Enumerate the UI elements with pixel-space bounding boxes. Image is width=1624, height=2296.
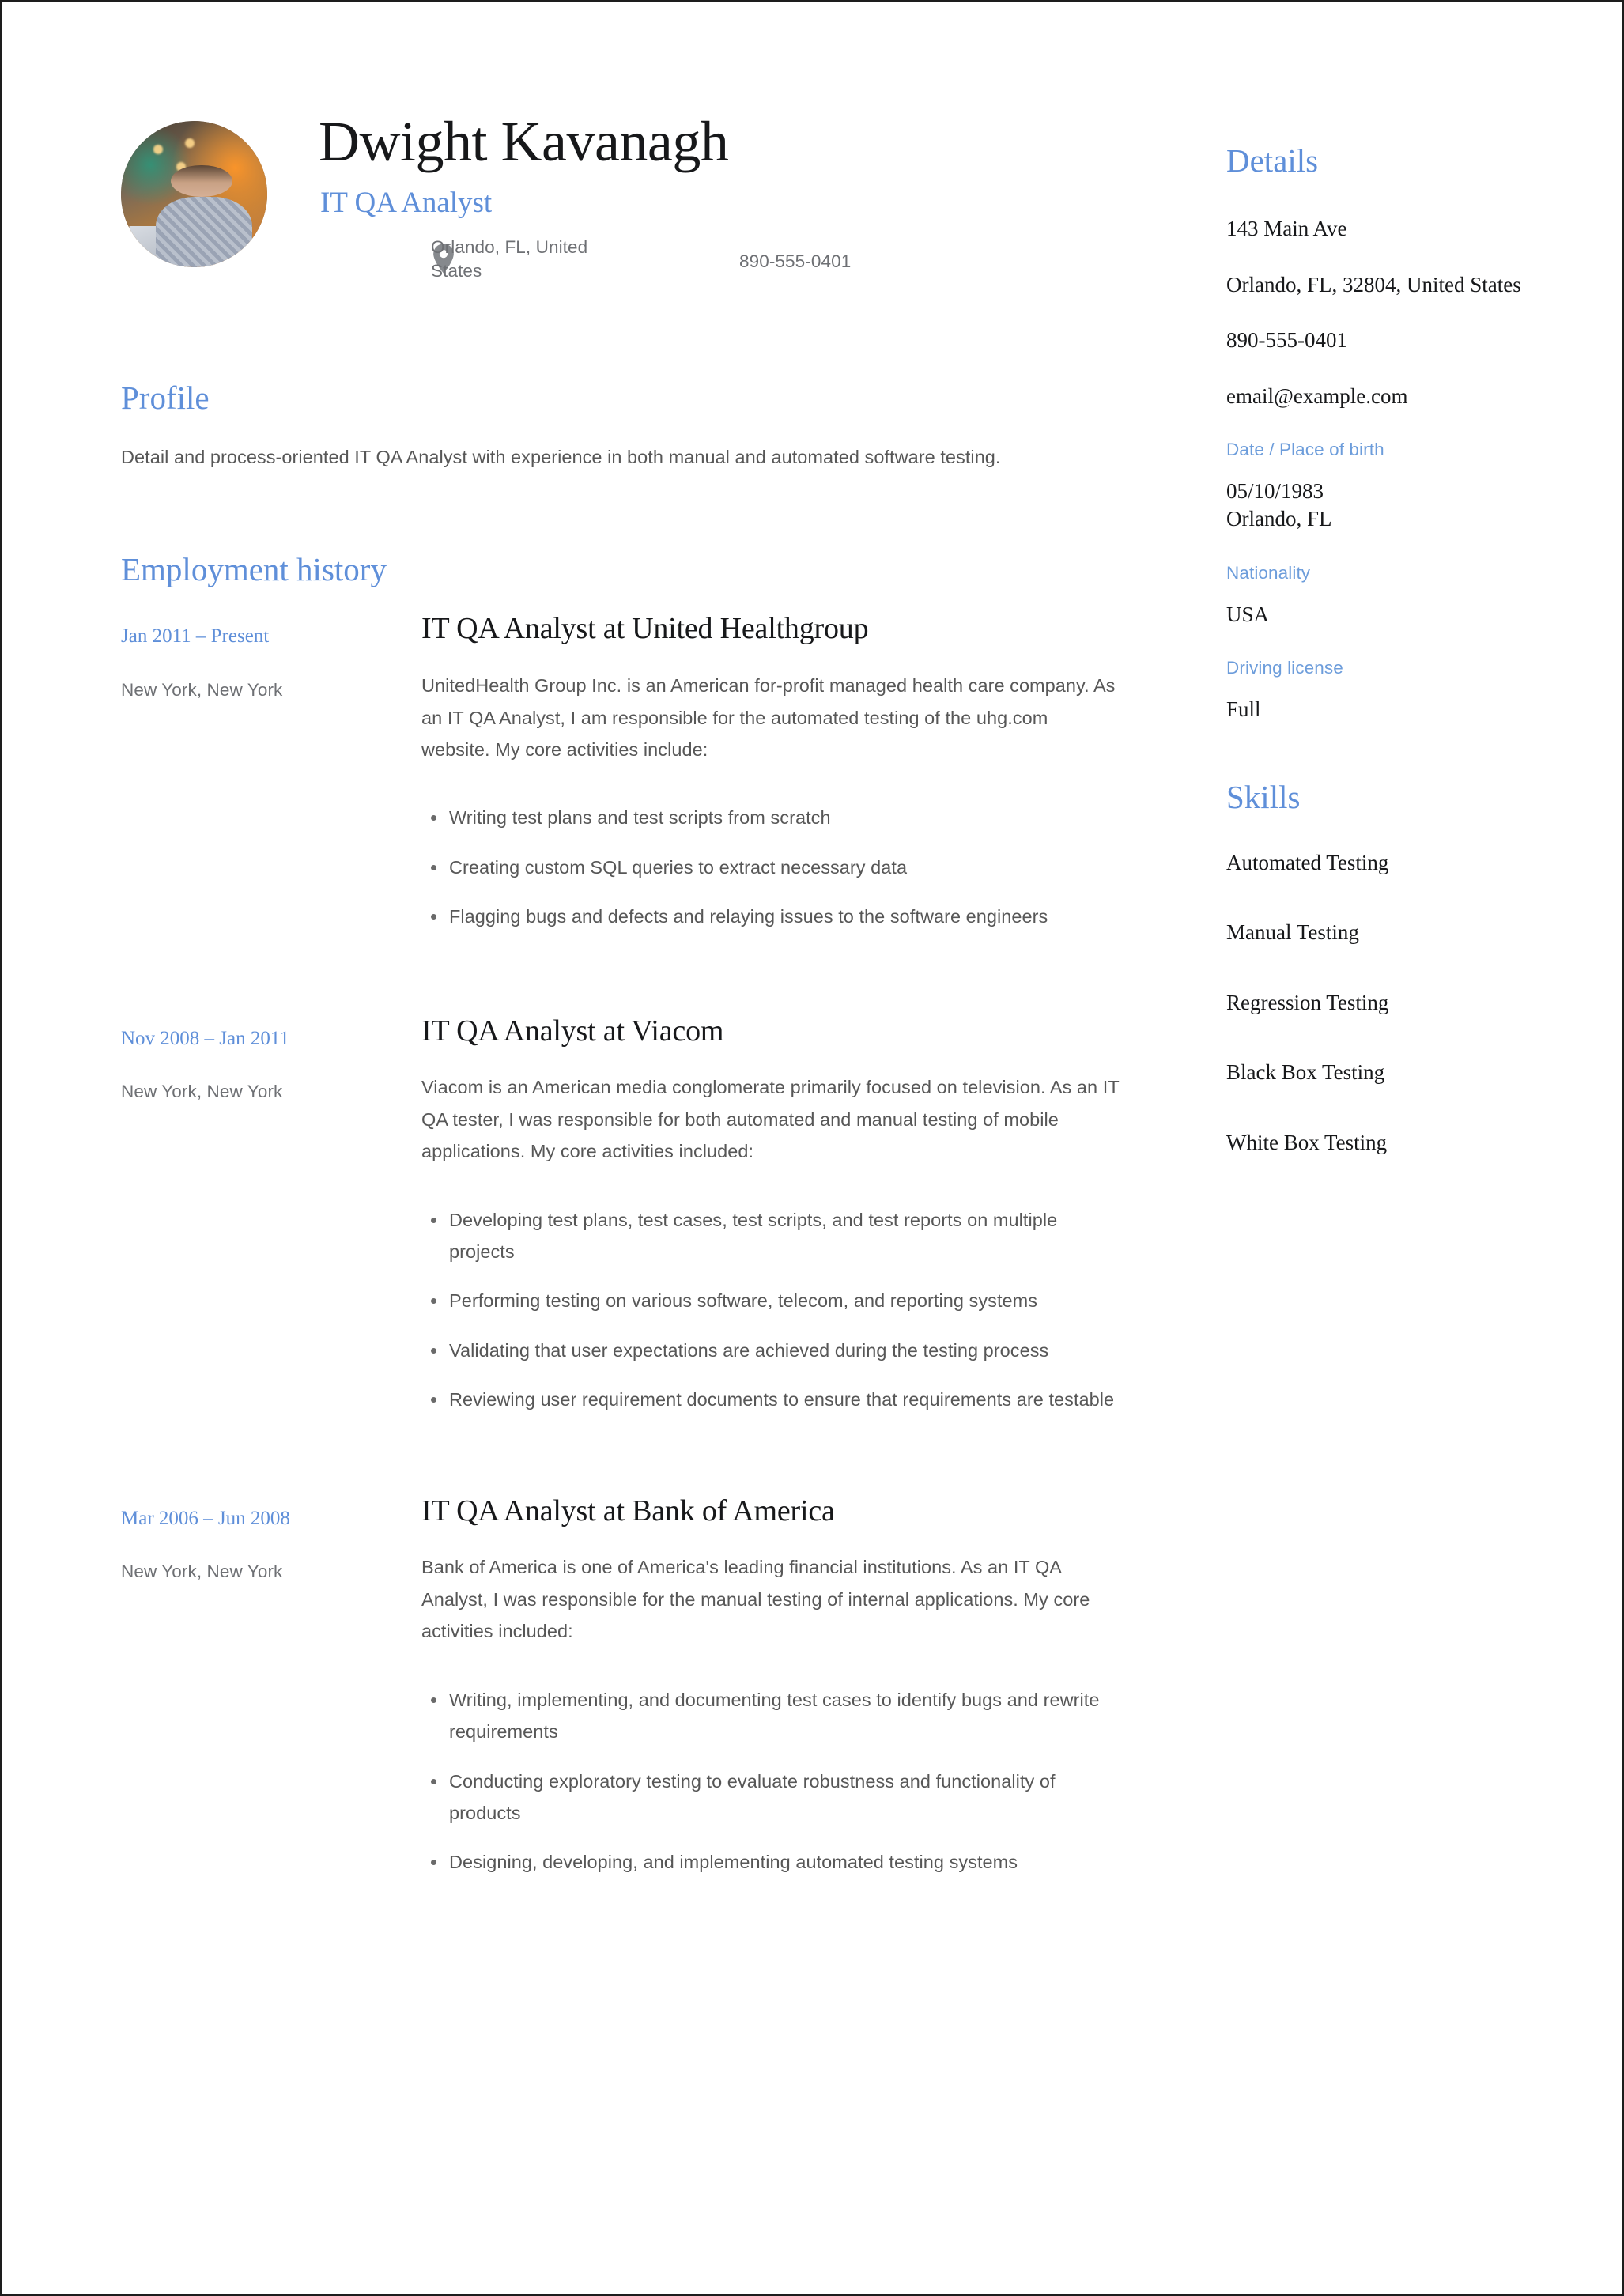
- employment-location: New York, New York: [121, 1562, 283, 1582]
- employment-heading: Employment history: [121, 551, 387, 588]
- details-phone: 890-555-0401: [1226, 328, 1347, 353]
- employment-meta: Jan 2011 – Present New York, New York: [121, 613, 421, 950]
- employment-title: IT QA Analyst at United Healthgroup: [421, 612, 869, 646]
- resume-page: Dwight Kavanagh IT QA Analyst Orlando, F…: [0, 0, 1624, 2296]
- employment-entry: Nov 2008 – Jan 2011 New York, New York I…: [121, 1014, 1125, 1433]
- details-address-line2: Orlando, FL, 32804, United States: [1226, 272, 1521, 296]
- page-title: Dwight Kavanagh: [319, 110, 729, 173]
- details-nationality-value: USA: [1226, 602, 1270, 626]
- list-item: Writing, implementing, and documenting t…: [421, 1684, 1125, 1748]
- employment-entry: Mar 2006 – Jun 2008 New York, New York I…: [121, 1494, 1125, 1896]
- list-item: Writing test plans and test scripts from…: [421, 802, 1125, 833]
- details-dob-value: 05/10/1983 Orlando, FL: [1226, 478, 1332, 531]
- skill-item: Manual Testing: [1226, 920, 1359, 945]
- list-item: Designing, developing, and implementing …: [421, 1846, 1125, 1878]
- header-job-title: IT QA Analyst: [320, 187, 493, 219]
- list-item: Reviewing user requirement documents to …: [421, 1384, 1125, 1415]
- employment-date: Nov 2008 – Jan 2011: [121, 1027, 289, 1049]
- details-nationality-block: Nationality USA: [1226, 562, 1543, 629]
- employment-section: Employment history Jan 2011 – Present Ne…: [121, 553, 1125, 1895]
- details-address-line1: 143 Main Ave: [1226, 217, 1347, 240]
- skill-item: Regression Testing: [1226, 990, 1389, 1014]
- skills-heading: Skills: [1226, 779, 1301, 815]
- details-dob-block: Date / Place of birth 05/10/1983 Orlando…: [1226, 439, 1543, 534]
- details-license-block: Driving license Full: [1226, 657, 1543, 724]
- skill-item: Automated Testing: [1226, 851, 1389, 874]
- employment-meta: Nov 2008 – Jan 2011 New York, New York: [121, 1015, 421, 1433]
- employment-location: New York, New York: [121, 1082, 283, 1102]
- employment-date: Mar 2006 – Jun 2008: [121, 1507, 290, 1529]
- details-license-value: Full: [1226, 697, 1261, 722]
- skill-item: Black Box Testing: [1226, 1060, 1385, 1085]
- employment-body: IT QA Analyst at Viacom Viacom is an Ame…: [421, 1014, 1125, 1433]
- skill-item: White Box Testing: [1226, 1130, 1388, 1154]
- employment-description: Bank of America is one of America's lead…: [421, 1557, 1090, 1642]
- details-license-label: Driving license: [1226, 658, 1343, 678]
- sidebar: Details 143 Main Ave Orlando, FL, 32804,…: [1226, 145, 1543, 1199]
- employment-description: UnitedHealth Group Inc. is an American f…: [421, 675, 1116, 761]
- details-dob-label: Date / Place of birth: [1226, 439, 1384, 459]
- employment-title: IT QA Analyst at Viacom: [421, 1014, 724, 1048]
- profile-heading: Profile: [121, 380, 210, 416]
- list-item: Conducting exploratory testing to evalua…: [421, 1765, 1125, 1830]
- employment-bullets: Writing test plans and test scripts from…: [421, 802, 1125, 932]
- details-heading: Details: [1226, 142, 1319, 179]
- avatar: [121, 121, 267, 267]
- employment-body: IT QA Analyst at United Healthgroup Unit…: [421, 613, 1125, 950]
- list-item: Validating that user expectations are ac…: [421, 1335, 1125, 1366]
- details-email: email@example.com: [1226, 383, 1408, 408]
- employment-date: Jan 2011 – Present: [121, 625, 270, 648]
- list-item: Developing test plans, test cases, test …: [421, 1204, 1125, 1268]
- profile-text: Detail and process-oriented IT QA Analys…: [121, 447, 1001, 467]
- employment-bullets: Writing, implementing, and documenting t…: [421, 1684, 1125, 1879]
- employment-meta: Mar 2006 – Jun 2008 New York, New York: [121, 1495, 421, 1896]
- header-phone: 890-555-0401: [739, 251, 852, 271]
- employment-body: IT QA Analyst at Bank of America Bank of…: [421, 1494, 1125, 1896]
- avatar-photo: [121, 121, 267, 267]
- main-column: Profile Detail and process-oriented IT Q…: [121, 382, 1125, 1904]
- employment-bullets: Developing test plans, test cases, test …: [421, 1204, 1125, 1416]
- employment-description: Viacom is an American media conglomerate…: [421, 1077, 1120, 1162]
- header-location: Orlando, FL, United States: [431, 237, 588, 281]
- employment-title: IT QA Analyst at Bank of America: [421, 1494, 835, 1528]
- employment-location: New York, New York: [121, 679, 283, 700]
- header-contact-row: Orlando, FL, United States 890-555-0401: [320, 236, 1269, 283]
- list-item: Performing testing on various software, …: [421, 1285, 1125, 1316]
- resume-sheet: Dwight Kavanagh IT QA Analyst Orlando, F…: [2, 2, 1622, 2294]
- details-nationality-label: Nationality: [1226, 562, 1311, 583]
- employment-entry: Jan 2011 – Present New York, New York IT…: [121, 613, 1125, 950]
- list-item: Flagging bugs and defects and relaying i…: [421, 901, 1125, 932]
- list-item: Creating custom SQL queries to extract n…: [421, 852, 1125, 883]
